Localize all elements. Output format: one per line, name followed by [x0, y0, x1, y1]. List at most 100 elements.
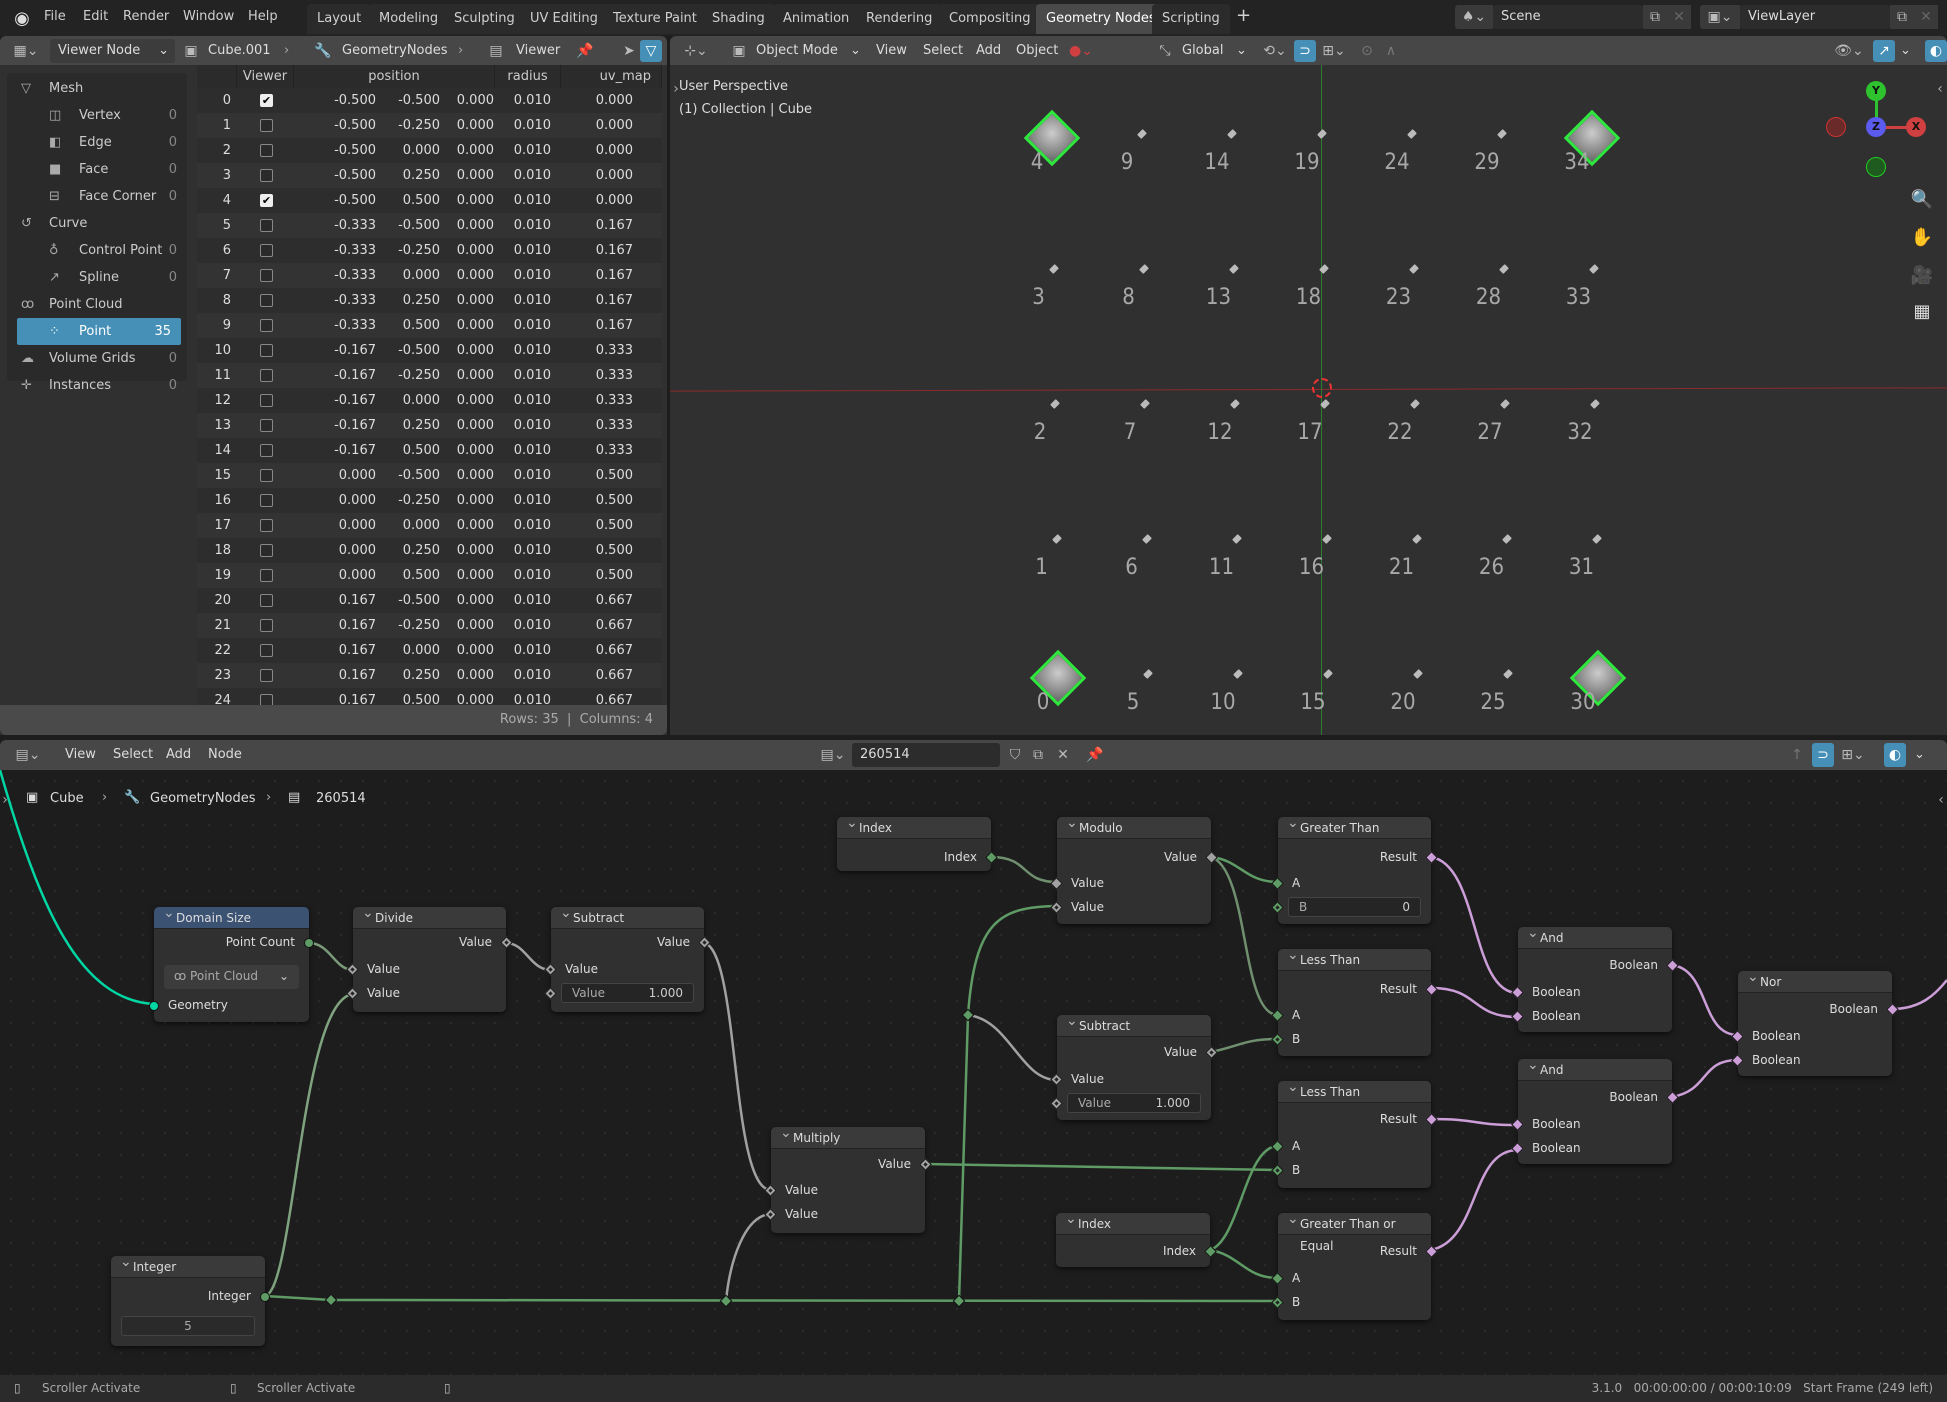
point-marker[interactable] [1590, 399, 1600, 409]
node-title[interactable]: Index [837, 812, 991, 839]
new-view-layer-icon[interactable]: ⧉ [1890, 5, 1914, 29]
gizmo-y-axis[interactable]: Y [1866, 81, 1886, 101]
value-field[interactable]: Value 1.000 [1067, 1093, 1201, 1113]
pan-view-icon[interactable]: ✋ [1908, 223, 1936, 251]
visibility-icon[interactable]: 👁⌄ [1832, 40, 1866, 62]
node-index[interactable]: Index Index [1056, 1208, 1217, 1267]
node-title[interactable]: Index [1056, 1208, 1210, 1235]
node-title[interactable]: Integer [111, 1251, 265, 1278]
output-socket[interactable] [304, 938, 314, 948]
parent-tree-icon[interactable]: ↑ [1786, 743, 1808, 767]
node-title[interactable]: Subtract [1057, 1010, 1211, 1037]
tab-animation[interactable]: Animation [773, 4, 860, 34]
b-value-field[interactable]: B0 [1288, 897, 1421, 917]
viewer-checkbox[interactable] [260, 219, 273, 232]
point-marker[interactable] [1410, 399, 1420, 409]
node-title[interactable]: Less Than [1278, 944, 1431, 971]
spreadsheet-table[interactable]: Viewer position radius uv_map 0 -0.500 -0.… [197, 65, 662, 705]
falloff-icon[interactable]: ∧ [1380, 40, 1402, 62]
node-subtract[interactable]: Subtract Value Value Value 1.000 [544, 902, 711, 1012]
overlays-icon[interactable]: ◐ [1884, 743, 1906, 767]
gizmo-neg-y-axis[interactable] [1866, 157, 1886, 177]
point-marker[interactable] [1591, 534, 1602, 544]
point-marker[interactable] [1050, 399, 1060, 409]
menu-view[interactable]: View [65, 747, 96, 762]
tree-item-curve[interactable]: ↺ Curve [7, 210, 187, 237]
node-title[interactable]: And [1518, 922, 1672, 949]
tree-item-control-point[interactable]: ♁ Control Point 0 [7, 237, 187, 264]
point-marker[interactable] [1497, 129, 1507, 139]
viewer-checkbox[interactable] [260, 319, 273, 332]
gizmo-neg-x-axis[interactable] [1826, 117, 1846, 137]
node-less-than[interactable]: Less Than Result A B [1271, 1076, 1438, 1188]
point-marker[interactable] [1137, 129, 1147, 139]
duplicate-icon[interactable]: ⧉ [1027, 743, 1049, 767]
point-marker[interactable] [1503, 669, 1513, 679]
chevron-down-icon[interactable]: ⌄ [1914, 747, 1925, 762]
node-tree-browse-icon[interactable]: ▤⌄ [815, 743, 851, 767]
node-multiply[interactable]: Multiply Value Value Value [764, 1122, 932, 1233]
viewer-checkbox[interactable] [260, 394, 273, 407]
point-marker[interactable] [1323, 669, 1333, 679]
node-nor[interactable]: Nor Boolean Boolean Boolean [1731, 966, 1899, 1076]
viewer-checkbox[interactable] [260, 244, 273, 257]
ortho-toggle-icon[interactable]: ▦ [1908, 297, 1936, 325]
node-editor-canvas[interactable]: ▣ Cube › 🔧 GeometryNodes › ▤ 260514 › ‹ [0, 770, 1947, 1375]
viewer-checkbox[interactable] [260, 544, 273, 557]
viewer-checkbox[interactable] [260, 169, 273, 182]
pin-icon[interactable]: 📌 [574, 40, 596, 62]
point-marker[interactable] [1230, 399, 1240, 409]
view-layer-field[interactable]: ViewLayer [1740, 5, 1890, 29]
node-modulo[interactable]: Modulo Value Value Value [1050, 812, 1218, 924]
delete-view-layer-icon[interactable]: ✕ [1914, 5, 1938, 29]
gizmo-icon[interactable]: ↗ [1873, 40, 1895, 62]
gizmo-x-axis[interactable]: X [1906, 117, 1926, 137]
snap-element-icon[interactable]: ⊞⌄ [1836, 743, 1870, 767]
menu-add[interactable]: Add [976, 43, 1001, 58]
viewer-checkbox[interactable] [260, 269, 273, 282]
node-title[interactable]: Divide [353, 902, 506, 929]
selected-only-icon[interactable]: ➤ [620, 40, 638, 62]
new-scene-icon[interactable]: ⧉ [1643, 5, 1667, 29]
point-marker[interactable] [1498, 264, 1509, 274]
tree-item-instances[interactable]: ✛ Instances 0 [7, 372, 187, 399]
viewer-checkbox[interactable] [260, 594, 273, 607]
tab-scripting[interactable]: Scripting [1152, 4, 1230, 34]
editor-type-icon[interactable]: ⊹⌄ [678, 39, 714, 63]
tree-item-face[interactable]: ■ Face 0 [7, 156, 187, 183]
tree-item-vertex[interactable]: ◫ Vertex 0 [7, 102, 187, 129]
delete-scene-icon[interactable]: ✕ [1667, 5, 1691, 29]
editor-type-icon[interactable]: ▦⌄ [8, 39, 44, 63]
sidebar-toggle-icon[interactable]: ‹ [1934, 79, 1946, 99]
3d-viewport[interactable]: User Perspective (1) Collection | Cube 0… [670, 65, 1947, 735]
point-marker[interactable] [1228, 264, 1239, 274]
node-and[interactable]: And Boolean Boolean Boolean [1511, 922, 1679, 1032]
menu-view[interactable]: View [876, 43, 907, 58]
node-greater-than[interactable]: Greater Than Result A B0 [1271, 812, 1438, 924]
zoom-view-icon[interactable]: 🔍 [1908, 185, 1936, 213]
scene-icon[interactable]: ♠⌄ [1455, 5, 1493, 29]
object-mode-dropdown[interactable]: Object Mode [756, 43, 838, 58]
viewer-checkbox[interactable] [260, 669, 273, 682]
menu-select[interactable]: Select [923, 43, 963, 58]
snap-target-icon[interactable]: ⊞⌄ [1318, 40, 1350, 62]
column-header-radius[interactable]: radius [495, 65, 561, 88]
point-marker[interactable] [1051, 534, 1062, 544]
view-layer-icon[interactable]: ▣⌄ [1700, 5, 1740, 29]
viewer-checkbox[interactable] [260, 494, 273, 507]
tab-rendering[interactable]: Rendering [856, 4, 943, 34]
point-marker[interactable] [1227, 129, 1237, 139]
viewer-checkbox[interactable] [260, 444, 273, 457]
add-workspace-button[interactable]: + [1236, 5, 1251, 26]
chevron-down-icon[interactable]: ⌄ [1900, 43, 1911, 58]
point-marker[interactable] [1233, 669, 1243, 679]
menu-select[interactable]: Select [113, 747, 153, 762]
orientation-dropdown[interactable]: Global [1182, 43, 1223, 58]
viewer-checkbox[interactable] [260, 469, 273, 482]
tree-item-mesh[interactable]: ▽ Mesh [7, 75, 187, 102]
blender-logo-icon[interactable]: ◉ [10, 6, 34, 30]
viewer-checkbox[interactable] [260, 519, 273, 532]
display-mode-dropdown[interactable]: Viewer Node ⌄ [50, 39, 175, 63]
tab-geometry-nodes[interactable]: Geometry Nodes [1036, 4, 1166, 34]
column-header-position[interactable]: position [294, 65, 495, 88]
